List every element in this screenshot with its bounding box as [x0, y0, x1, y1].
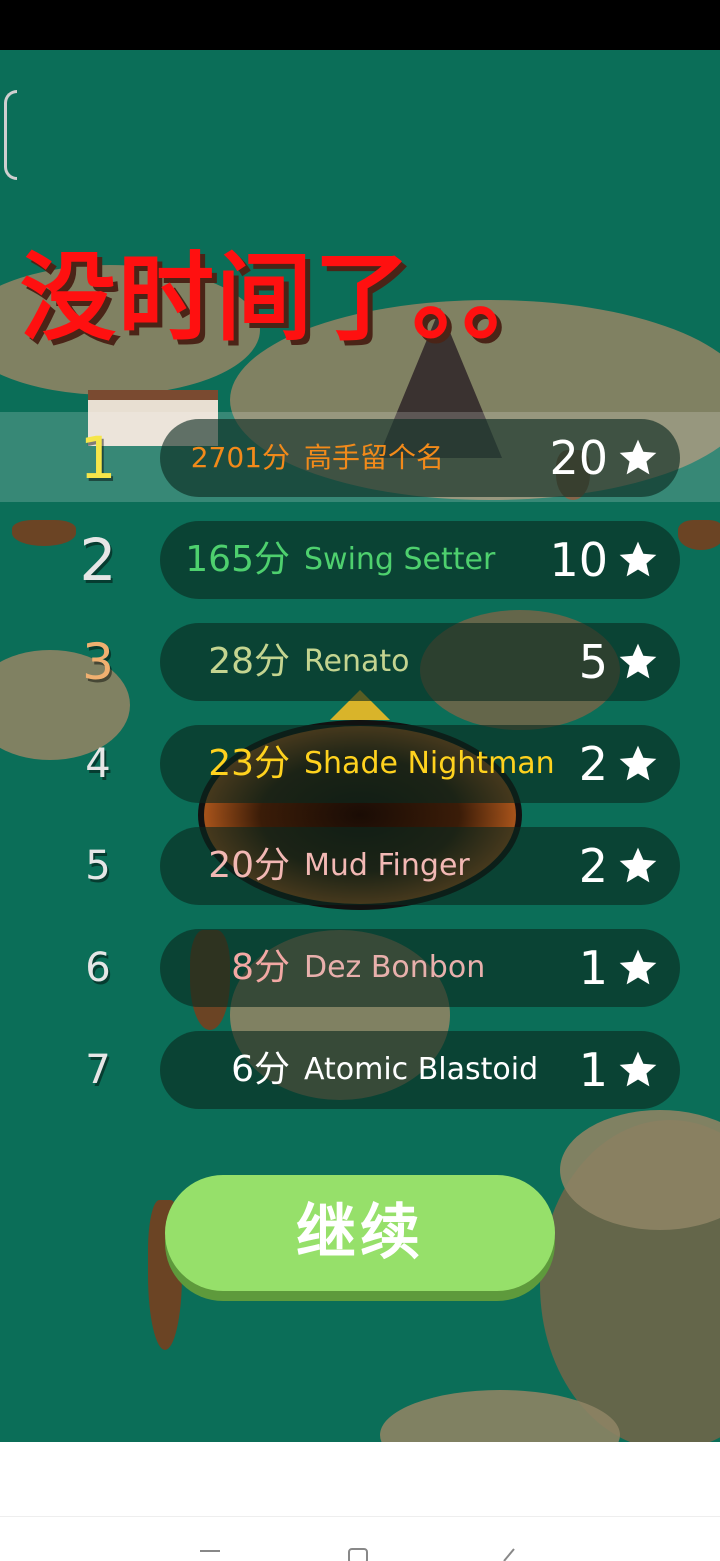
star-count: 2	[578, 839, 608, 893]
back-icon[interactable]	[496, 1547, 520, 1561]
page-title: 没时间了。。	[20, 242, 560, 354]
player-name: Swing Setter	[304, 542, 496, 577]
rank-number: 4	[85, 741, 111, 787]
leaderboard-row: 2 165分 Swing Setter 10	[0, 520, 720, 600]
rank-number: 5	[85, 843, 111, 889]
star-count: 20	[549, 431, 608, 485]
star-count: 2	[578, 737, 608, 791]
star-count: 1	[578, 1043, 608, 1097]
star-count: 10	[549, 533, 608, 587]
leaderboard-row: 4 23分 Shade Nightman 2	[0, 724, 720, 804]
home-icon[interactable]	[346, 1547, 370, 1561]
rank-number: 2	[79, 526, 117, 594]
status-bar	[0, 0, 720, 50]
score: 28分	[208, 641, 290, 682]
leaderboard-row: 6 8分 Dez Bonbon 1	[0, 928, 720, 1008]
star-icon	[619, 439, 657, 475]
score: 23分	[208, 743, 290, 784]
score: 2701分	[190, 441, 290, 474]
leaderboard-row: 5 20分 Mud Finger 2	[0, 826, 720, 906]
player-name: 高手留个名	[304, 441, 445, 474]
star-icon	[619, 847, 657, 883]
bracket-shape	[4, 90, 17, 180]
player-name: Shade Nightman	[304, 746, 555, 781]
star-icon	[619, 745, 657, 781]
star-icon	[619, 1051, 657, 1087]
star-icon	[619, 643, 657, 679]
continue-button[interactable]: 继续	[165, 1175, 555, 1291]
star-icon	[619, 541, 657, 577]
star-icon	[619, 949, 657, 985]
player-name: Mud Finger	[304, 848, 470, 883]
score: 8分	[231, 947, 290, 988]
player-name: Dez Bonbon	[304, 950, 486, 985]
leaderboard-row: 3 28分 Renato 5	[0, 622, 720, 702]
star-count: 5	[578, 635, 608, 689]
star-count: 1	[578, 941, 608, 995]
continue-button-label: 继续	[296, 1199, 424, 1266]
menu-icon[interactable]	[198, 1547, 222, 1561]
rank-number: 3	[82, 633, 114, 691]
leaderboard-row: 7 6分 Atomic Blastoid 1	[0, 1030, 720, 1110]
player-name: Atomic Blastoid	[304, 1052, 539, 1087]
rank-number: 7	[85, 1047, 111, 1093]
rank-number: 1	[79, 424, 117, 492]
leaderboard-row: 1 2701分 高手留个名 20	[0, 418, 720, 498]
score: 20分	[208, 845, 290, 886]
rank-number: 6	[85, 945, 111, 991]
score: 6分	[231, 1049, 290, 1090]
navigation-bar	[0, 1516, 720, 1561]
player-name: Renato	[304, 644, 410, 679]
score: 165分	[185, 539, 290, 580]
